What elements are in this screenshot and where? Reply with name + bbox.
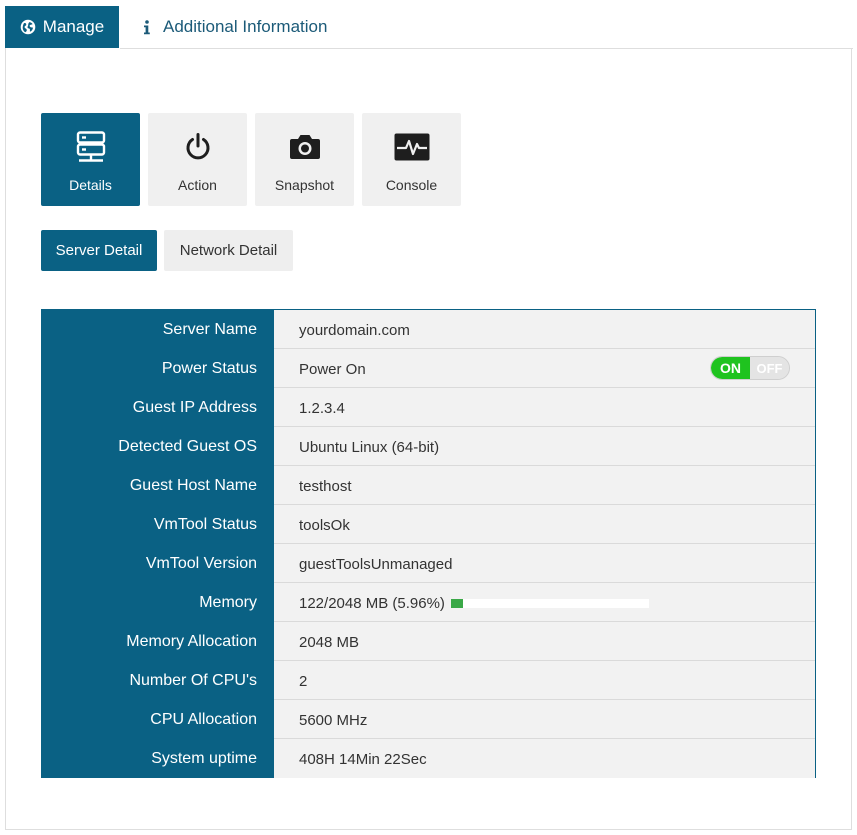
power-toggle-off: OFF [750, 357, 789, 379]
guest-host-label: Guest Host Name [42, 466, 274, 505]
table-row: CPU Allocation 5600 MHz [42, 700, 815, 739]
tile-details[interactable]: Details [41, 113, 140, 206]
table-row: Guest Host Name testhost [42, 466, 815, 505]
guest-ip-label: Guest IP Address [42, 388, 274, 427]
tile-action[interactable]: Action [148, 113, 247, 206]
power-icon [184, 129, 212, 165]
power-toggle-on: ON [711, 357, 750, 379]
power-status-value: Power On [299, 360, 366, 378]
tab-info-label: Additional Information [163, 17, 328, 36]
vmtool-status-value: toolsOk [274, 505, 815, 544]
tab-manage-label: Manage [42, 17, 105, 36]
table-row: VmTool Version guestToolsUnmanaged [42, 544, 815, 583]
tab-manage[interactable]: Manage [5, 6, 119, 48]
guest-os-value: Ubuntu Linux (64-bit) [274, 427, 815, 466]
memory-allocation-value: 2048 MB [274, 622, 815, 661]
action-tiles: Details Action Snapshot Console [41, 113, 461, 206]
camera-icon [289, 129, 321, 165]
table-row: Memory Allocation 2048 MB [42, 622, 815, 661]
tile-snapshot[interactable]: Snapshot [255, 113, 354, 206]
console-icon [394, 129, 430, 165]
server-detail-table: Server Name yourdomain.com Power Status … [41, 309, 816, 778]
vmtool-version-value: guestToolsUnmanaged [274, 544, 815, 583]
panel-divider [120, 48, 853, 49]
table-row: Memory 122/2048 MB (5.96%) [42, 583, 815, 622]
tile-details-label: Details [69, 177, 112, 193]
table-row: Server Name yourdomain.com [42, 310, 815, 349]
cpu-count-label: Number Of CPU's [42, 661, 274, 700]
guest-os-label: Detected Guest OS [42, 427, 274, 466]
tile-action-label: Action [178, 177, 217, 193]
top-tabs: Manage Additional Information [5, 6, 327, 48]
manage-panel: Details Action Snapshot Console Server D… [5, 48, 853, 830]
table-row: Power Status Power On ON OFF [42, 349, 815, 388]
table-row: Guest IP Address 1.2.3.4 [42, 388, 815, 427]
memory-usage-bar [450, 598, 649, 608]
detail-subtabs: Server Detail Network Detail [41, 230, 293, 271]
table-row: VmTool Status toolsOk [42, 505, 815, 544]
guest-ip-value: 1.2.3.4 [274, 388, 815, 427]
memory-cell: 122/2048 MB (5.96%) [274, 583, 815, 622]
memory-label: Memory [42, 583, 274, 622]
vmtool-status-label: VmTool Status [42, 505, 274, 544]
power-status-cell: Power On ON OFF [274, 349, 815, 388]
power-status-label: Power Status [42, 349, 274, 388]
memory-value: 122/2048 MB (5.96%) [299, 594, 445, 612]
server-name-label: Server Name [42, 310, 274, 349]
info-icon [143, 19, 151, 35]
guest-host-value: testhost [274, 466, 815, 505]
tile-snapshot-label: Snapshot [274, 177, 335, 193]
memory-usage-fill [450, 598, 463, 608]
cpu-count-value: 2 [274, 661, 815, 700]
globe-icon [20, 19, 36, 35]
power-toggle[interactable]: ON OFF [710, 356, 790, 380]
tile-console[interactable]: Console [362, 113, 461, 206]
memory-allocation-label: Memory Allocation [42, 622, 274, 661]
uptime-label: System uptime [42, 739, 274, 778]
cpu-allocation-label: CPU Allocation [42, 700, 274, 739]
network-detail-button[interactable]: Network Detail [164, 230, 293, 271]
table-row: System uptime 408H 14Min 22Sec [42, 739, 815, 778]
server-name-value: yourdomain.com [274, 310, 815, 349]
uptime-value: 408H 14Min 22Sec [274, 739, 815, 778]
tile-console-label: Console [385, 177, 438, 193]
table-row: Number Of CPU's 2 [42, 661, 815, 700]
server-icon [76, 129, 106, 165]
table-row: Detected Guest OS Ubuntu Linux (64-bit) [42, 427, 815, 466]
vmtool-version-label: VmTool Version [42, 544, 274, 583]
cpu-allocation-value: 5600 MHz [274, 700, 815, 739]
tab-additional-information[interactable]: Additional Information [119, 6, 327, 48]
server-detail-button[interactable]: Server Detail [41, 230, 157, 271]
